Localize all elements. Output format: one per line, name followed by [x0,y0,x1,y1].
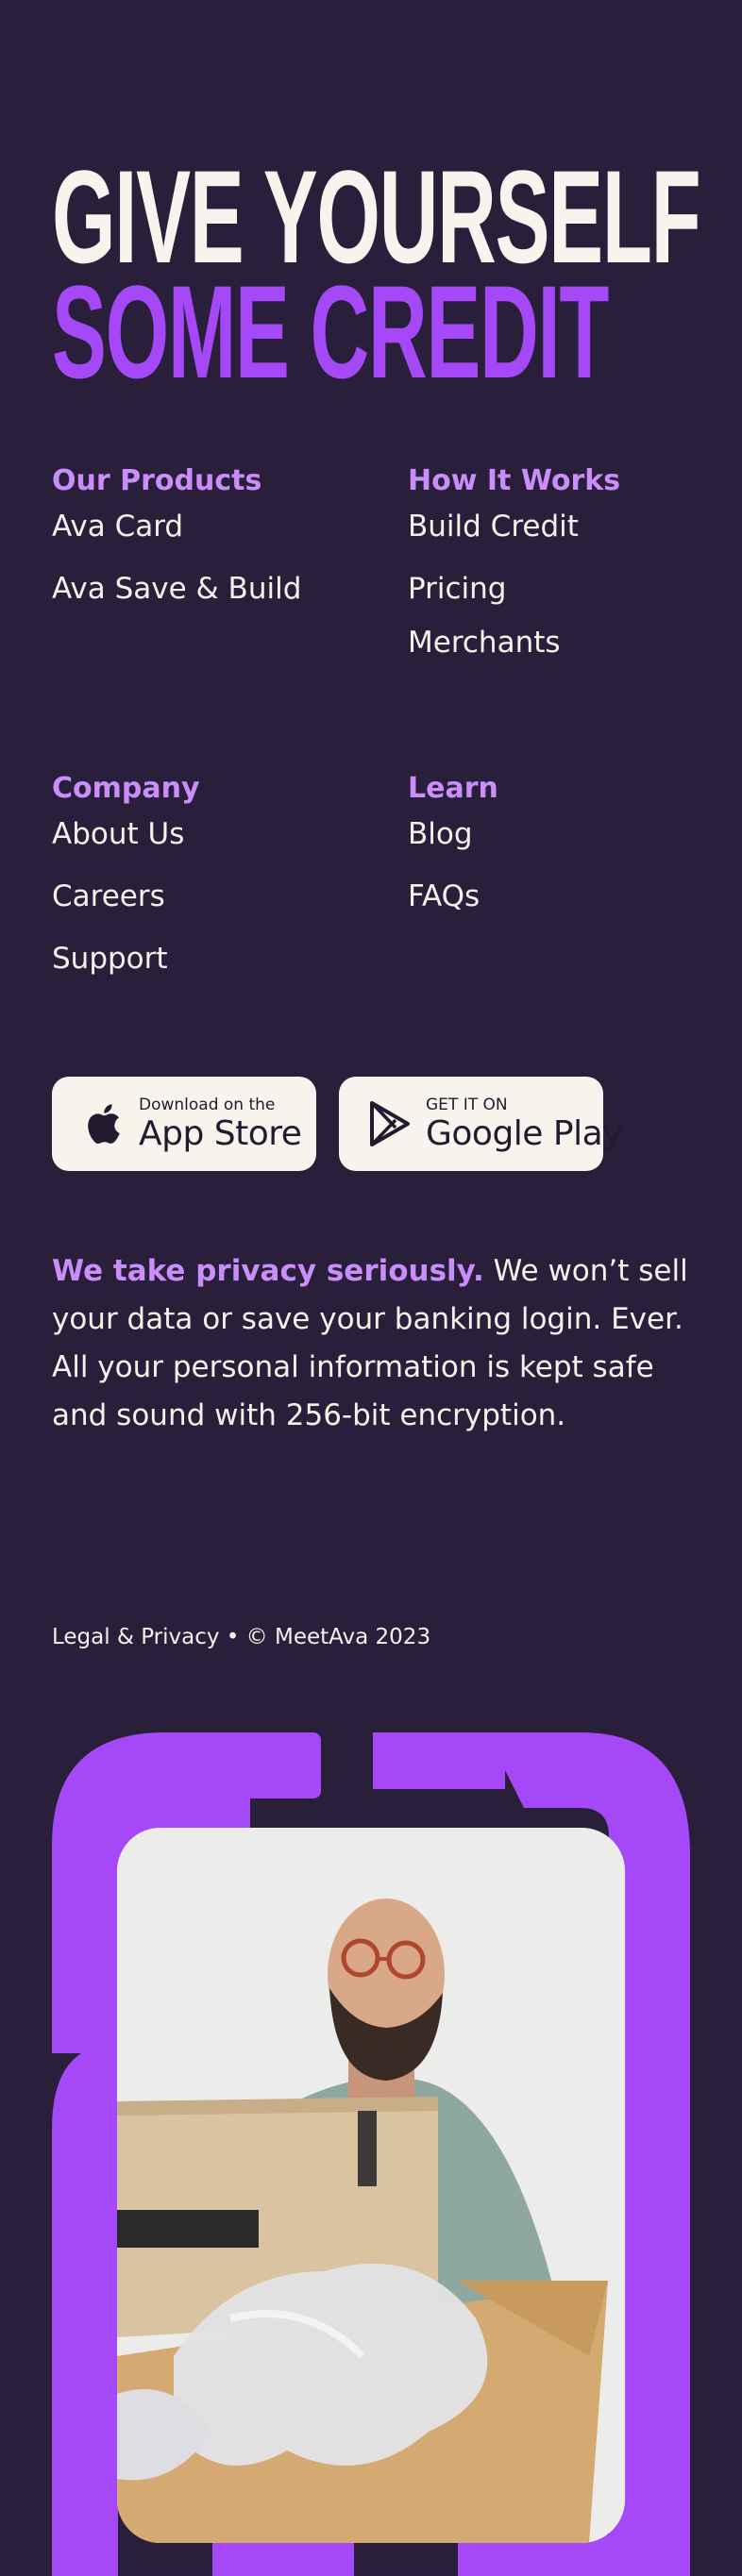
nav-link-ava-save-build[interactable]: Ava Save & Build [52,572,363,607]
nav-link-merchants[interactable]: Merchants [408,626,719,661]
nav-heading-products: Our Products [52,464,262,497]
app-store-small-label: Download on the [139,1095,276,1114]
google-play-small-label: GET IT ON [426,1095,508,1114]
nav-column-products: Our Products Ava Card Ava Save & Build [52,464,363,634]
nav-link-support[interactable]: Support [52,942,363,977]
nav-link-build-credit[interactable]: Build Credit [408,510,719,544]
privacy-statement-lead: We take privacy seriously. [52,1254,484,1288]
apple-icon [82,1100,124,1147]
google-play-label: Google Play [426,1113,622,1153]
privacy-statement: We take privacy seriously. We won’t sell… [52,1247,694,1440]
google-play-icon [369,1100,411,1147]
nav-heading-learn: Learn [408,772,498,805]
legal-copyright: Legal & Privacy • © MeetAva 2023 [52,1625,431,1649]
nav-link-about-us[interactable]: About Us [52,817,363,852]
nav-link-pricing[interactable]: Pricing [408,572,719,607]
google-play-button[interactable]: GET IT ON Google Play [339,1077,622,1171]
nav-link-ava-card[interactable]: Ava Card [52,510,363,544]
nav-column-how-it-works: How It Works Build Credit Pricing Mercha… [408,464,719,680]
app-store-label: App Store [139,1113,302,1153]
nav-column-learn: Learn Blog FAQs [408,772,719,942]
nav-link-blog[interactable]: Blog [408,817,719,852]
hero-photo-man-with-box [117,1828,625,2543]
hero-headline: GIVE YOURSELF SOME CREDIT [52,142,742,406]
headline-line-2: SOME CREDIT [52,258,609,406]
nav-heading-how-it-works: How It Works [408,464,621,497]
nav-heading-company: Company [52,772,200,805]
nav-link-careers[interactable]: Careers [52,879,363,914]
nav-link-faqs[interactable]: FAQs [408,879,719,914]
headline-line-1: GIVE YOURSELF [52,142,701,291]
nav-column-company: Company About Us Careers Support [52,772,363,1005]
app-store-button[interactable]: Download on the App Store [52,1077,316,1171]
